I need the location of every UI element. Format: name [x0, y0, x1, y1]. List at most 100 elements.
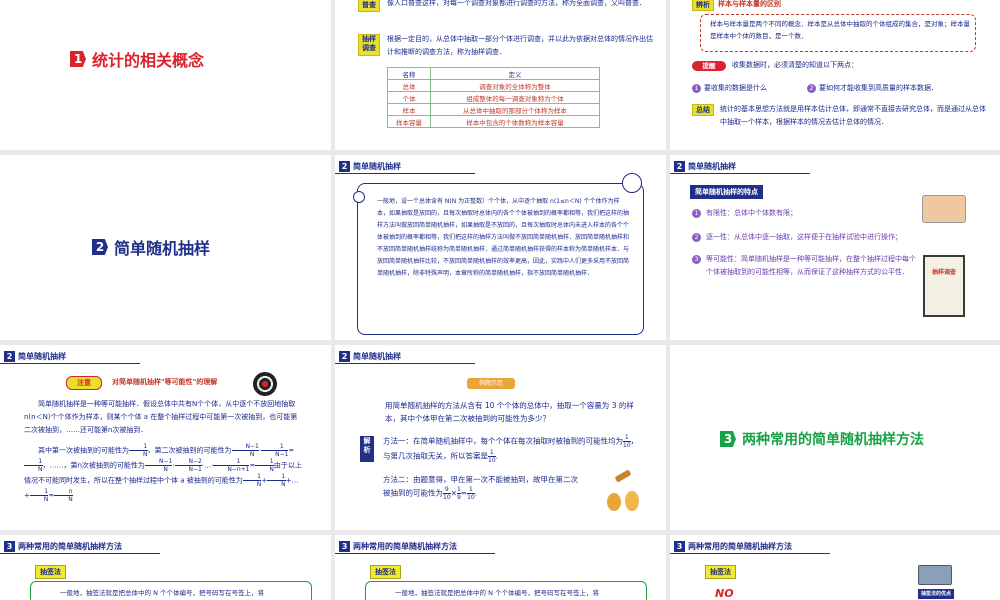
header-title: 两种常用的简单随机抽样方法 — [18, 542, 122, 551]
circle-one-icon: 1 — [692, 209, 701, 218]
sample-text: 根据一定目的，从总体中抽取一部分个体进行调查，并以此为依据对总体的情况作出估计和… — [387, 35, 653, 56]
fraction: 1 N−n+1 — [213, 458, 250, 473]
header-title: 简单随机抽样 — [18, 352, 66, 361]
circle-two-icon: 2 — [807, 84, 816, 93]
fraction: 1N — [24, 458, 43, 473]
note-label-text: 注意 — [77, 379, 91, 387]
srs-definition: 一般地，设一个总体含有 N(N 为正整数）个个体，从中逐个抽取 n(1≤n＜N)… — [377, 198, 630, 277]
dartboard-icon — [253, 372, 277, 396]
header-number: 2 — [339, 351, 350, 362]
header-number: 2 — [674, 161, 685, 172]
example-question: 用简单随机抽样的方法从含有 10 个个体的总体中，抽取一个容量为 3 的样本，其… — [385, 401, 634, 423]
lottery-text: 一般地，抽签法就是把总体中的 N 个个体编号，把号码写在号签上，将 — [395, 589, 599, 597]
feature-title: 简单随机抽样的特点 — [690, 185, 763, 199]
table-cell: 个体 — [387, 91, 431, 104]
slide-header: 2 简单随机抽样 — [335, 351, 475, 364]
section-number: 1 — [70, 51, 86, 67]
solution-method-2: 方法二：由题意得，甲在第一次不能被抽到，故甲在第二次被抽到的可能性为 9 10 × 1 9… — [383, 475, 578, 501]
tip-label: 提醒 — [692, 61, 726, 71]
th-def: 定义 — [430, 67, 600, 80]
slide-header: 3 两种常用的简单随机抽样方法 — [335, 541, 495, 554]
example-tag-text: 例题示范 — [478, 380, 503, 387]
lottery-tag: 抽签法 — [35, 565, 66, 579]
lottery-tag: 抽签法 — [370, 565, 401, 579]
tip-label-text: 提醒 — [702, 62, 716, 70]
slide-3: 辨析 样本与样本量的区别 样本与样本量是两个不同的概念．样本是从总体中抽取的个体… — [670, 0, 1000, 150]
feature-2: 逐一性：从总体中逐一抽取，这样便于在抽样试验中进行操作； — [706, 233, 902, 241]
text-span: ，第二次被抽到的可能性为 — [147, 446, 232, 455]
fraction: N−1 N — [144, 458, 173, 473]
solution-method-1: 方法一：在简单随机抽样中，每个个体在每次抽取时被抽到的可能性均为 1 10 ，与第几次… — [383, 434, 639, 464]
census-text: 像人口普查这样，对每一个调查对象都进行调查的方法，称为全面调查，又叫普查． — [387, 0, 646, 7]
slide-1: 1 统计的相关概念 — [0, 0, 331, 150]
header-title: 简单随机抽样 — [353, 162, 401, 171]
note-paragraph-2: 其中第一次被抽到的可能性为 1 N ，第二次被抽到的可能性为 N−1 N · 1 N−1 = 1 N，… — [24, 443, 302, 503]
no-badge: NO — [715, 587, 734, 600]
table-cell: 从总体中抽取的那部分个体称为样本 — [430, 103, 600, 116]
scroll-curl-icon — [353, 191, 365, 203]
analysis-title: 样本与样本量的区别 — [718, 0, 781, 8]
header-number: 3 — [4, 541, 15, 552]
hammer-icon — [614, 469, 632, 483]
census-label: 普查 — [358, 0, 380, 12]
advantage-tag: 抽签法的优点 — [918, 589, 955, 599]
table-cell: 总体 — [387, 79, 431, 92]
tip-item-1: 要收集的数据是什么 — [704, 84, 767, 92]
header-number: 3 — [674, 541, 685, 552]
fraction: N−2 N−1 — [174, 458, 202, 473]
slide-header: 2 简单随机抽样 — [0, 351, 140, 364]
golden-egg-icon — [625, 491, 639, 511]
ticket-image — [918, 565, 952, 585]
section-number: 2 — [92, 239, 108, 255]
slide-6: 2 简单随机抽样 简单随机抽样的特点 1 有限性：总体中个体数有限； 2 逐一性：… — [670, 155, 1000, 340]
th-name: 名称 — [387, 67, 431, 80]
header-title: 简单随机抽样 — [353, 352, 401, 361]
fraction-1-over-10: 1 10 — [623, 434, 631, 449]
summary-text: 统计的基本思想方法就是用样本估计总体，即通常不直接去研究总体，而是通过从总体中抽… — [720, 105, 986, 126]
fraction-1-over-n: 1N — [129, 443, 148, 458]
book-image: 抽样调查 — [923, 255, 965, 317]
fraction-1-over-10: 1 10 — [467, 486, 475, 501]
table-cell: 样本容量 — [387, 115, 431, 128]
feature-1: 有限性：总体中个体数有限； — [706, 209, 797, 217]
text-span: 方法一：在简单随机抽样中，每个个体在每次抽取时被抽到的可能性均为 — [383, 436, 623, 446]
slide-11: 3 两种常用的简单随机抽样方法 抽签法 一般地，抽签法就是把总体中的 N 个个体编… — [335, 535, 666, 600]
slide-10: 3 两种常用的简单随机抽样方法 抽签法 一般地，抽签法就是把总体中的 N 个个体编… — [0, 535, 331, 600]
slide-8: 2 简单随机抽样 例题示范 用简单随机抽样的方法从含有 10 个个体的总体中，抽取… — [335, 345, 666, 530]
fraction: 1N — [242, 473, 262, 488]
header-number: 2 — [4, 351, 15, 362]
scroll-curl-icon — [622, 173, 642, 193]
solution-label: 解析 — [360, 436, 374, 462]
slide-2: 普查 像人口普查这样，对每一个调查对象都进行调查的方法，称为全面调查，又叫普查．… — [335, 0, 666, 150]
header-title: 两种常用的简单随机抽样方法 — [688, 542, 792, 551]
note-label: 注意 — [66, 376, 102, 390]
lottery-tag: 抽签法 — [705, 565, 736, 579]
fraction: 1N — [267, 473, 286, 488]
fraction-9-over-10: 9 10 — [443, 486, 451, 501]
text-span: ，……，第n次被抽到的可能性为 — [42, 461, 145, 470]
section-title: 3 两种常用的简单随机抽样方法 — [720, 429, 924, 449]
summary-label: 总结 — [692, 104, 714, 116]
sample-label: 抽样调查 — [358, 34, 380, 56]
table-cell: 组成整体的每一调查对象称为个体 — [430, 91, 600, 104]
circle-one-icon: 1 — [692, 84, 701, 93]
circle-two-icon: 2 — [692, 233, 701, 242]
text-span: 方法二：由题意得，甲在第一次不能被抽到，故甲在第二次被抽到的可能性为 — [383, 475, 578, 498]
section-title: 2 简单随机抽样 — [92, 235, 210, 259]
lottery-text: 一般地，抽签法就是把总体中的 N 个个体编号，把号码写在号签上，将 — [60, 589, 264, 597]
section-title-text: 统计的相关概念 — [92, 51, 205, 70]
slide-5: 2 简单随机抽样 一般地，设一个总体含有 N(N 为正整数）个个体，从中逐个抽取 … — [335, 155, 666, 340]
slide-header: 2 简单随机抽样 — [335, 161, 475, 174]
slide-7: 2 简单随机抽样 注意 对简单随机抽样"等可能性"的理解 简单随机抽样是一种等可能… — [0, 345, 331, 530]
no-badge-text: NO — [715, 587, 734, 600]
fraction-1-over-10: 1 10 — [488, 449, 496, 464]
header-title: 简单随机抽样 — [688, 162, 736, 171]
text-span: 其中第一次被抽到的可能性为 — [38, 446, 129, 455]
table-cell: 样本中包含的个体数称为样本容量 — [430, 115, 600, 128]
analysis-text: 样本与样本量是两个不同的概念．样本是从总体中抽取的个体组成的集合，是对象；样本量… — [710, 20, 970, 40]
definition-table: 名称 定义 总体 调查对象的全体称为整体 个体 组成整体的每一调查对象称为个体 样本从… — [387, 67, 600, 128]
section-title-text: 简单随机抽样 — [114, 239, 211, 258]
slide-header: 2 简单随机抽样 — [670, 161, 810, 174]
slide-9: 3 两种常用的简单随机抽样方法 — [670, 345, 1000, 530]
circle-three-icon: 3 — [692, 255, 701, 264]
